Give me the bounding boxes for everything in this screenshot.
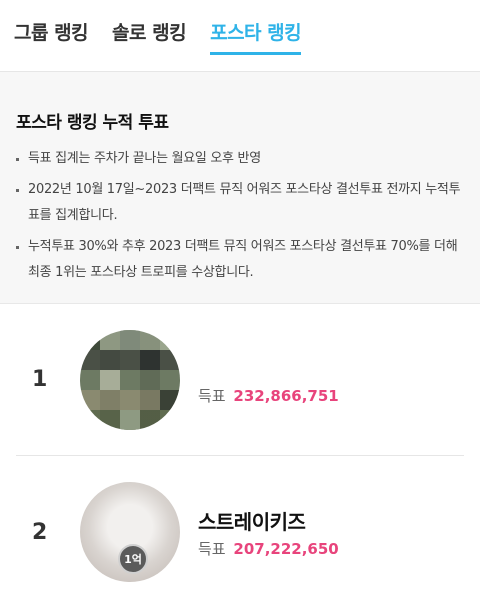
- ranking-list: 1 득표 232,866,751 2 1억 스트레이키즈 득표 207,222,: [0, 304, 480, 598]
- notice-item: 2022년 10월 17일~2023 더팩트 뮤직 어워즈 포스타상 결선투표 …: [16, 177, 464, 229]
- rank-info: 스트레이키즈 득표 207,222,650: [198, 506, 339, 559]
- notice-title: 포스타 랭킹 누적 투표: [16, 113, 169, 133]
- vote-label: 득표: [198, 539, 226, 558]
- milestone-badge: 1억: [118, 544, 148, 574]
- rank-row-2[interactable]: 2 1억 스트레이키즈 득표 207,222,650: [16, 456, 464, 598]
- tab-group-ranking[interactable]: 그룹 랭킹: [14, 18, 89, 52]
- rank-number: 1: [32, 367, 48, 392]
- tab-fostar-ranking[interactable]: 포스타 랭킹: [210, 18, 302, 55]
- vote-count: 득표 232,866,751: [198, 385, 339, 406]
- notice-item: 누적투표 30%와 추후 2023 더팩트 뮤직 어워즈 포스타상 결선투표 7…: [16, 234, 464, 286]
- vote-label: 득표: [198, 387, 226, 405]
- notice-item: 득표 집계는 주차가 끝나는 월요일 오후 반영: [16, 146, 464, 172]
- avatar: 1억: [80, 482, 180, 582]
- artist-name: 스트레이키즈: [198, 509, 306, 534]
- notice-box: 포스타 랭킹 누적 투표 득표 집계는 주차가 끝나는 월요일 오후 반영 20…: [0, 72, 480, 304]
- vote-count: 득표 207,222,650: [198, 538, 339, 559]
- ranking-tabs: 그룹 랭킹 솔로 랭킹 포스타 랭킹: [0, 0, 480, 72]
- rank-row-1[interactable]: 1 득표 232,866,751: [16, 304, 464, 456]
- artist-name: [198, 353, 339, 379]
- vote-number: 232,866,751: [233, 387, 339, 405]
- notice-list: 득표 집계는 주차가 끝나는 월요일 오후 반영 2022년 10월 17일~2…: [16, 146, 464, 286]
- tab-solo-ranking[interactable]: 솔로 랭킹: [112, 18, 187, 52]
- vote-number: 207,222,650: [233, 539, 339, 558]
- rank-number: 2: [32, 519, 48, 545]
- avatar: [80, 329, 180, 430]
- rank-info: 득표 232,866,751: [198, 353, 339, 406]
